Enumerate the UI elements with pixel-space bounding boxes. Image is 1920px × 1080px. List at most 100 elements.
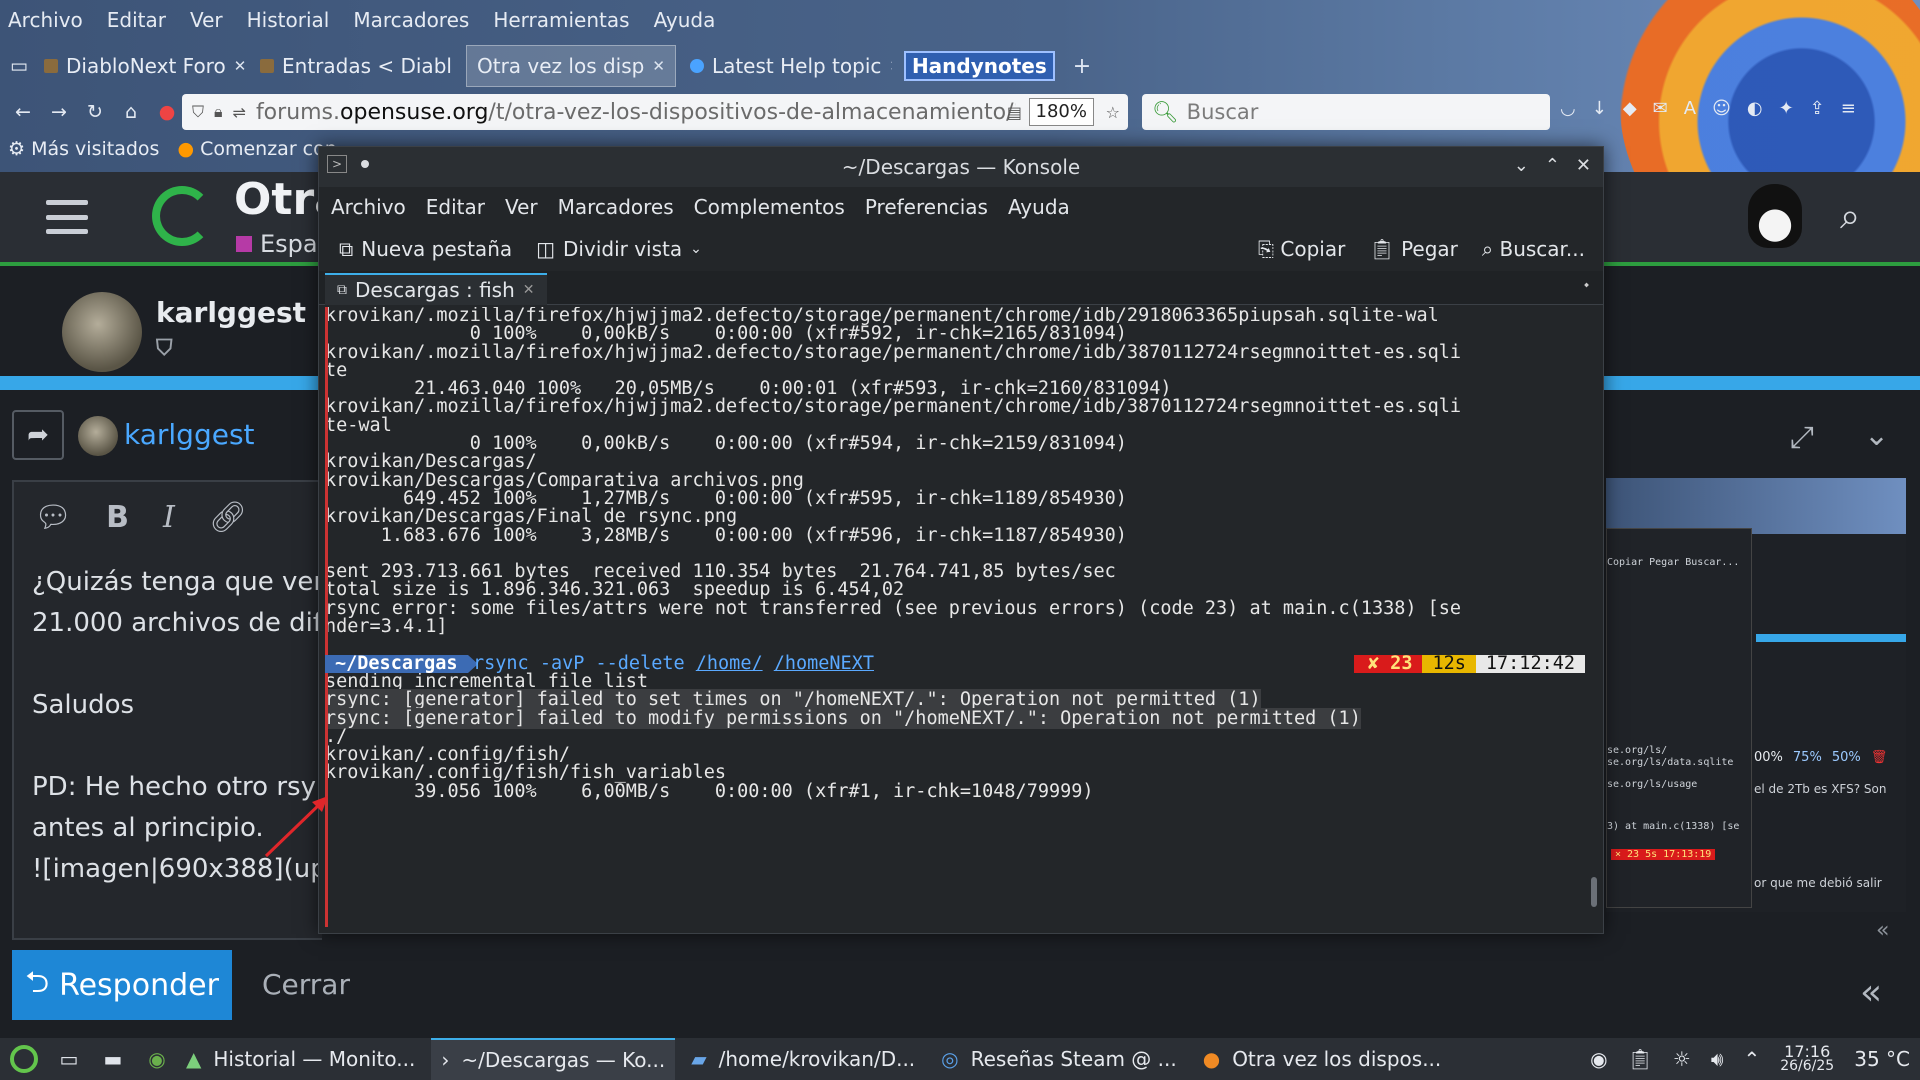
close-icon[interactable]: ✕: [234, 57, 246, 75]
clock[interactable]: 17:16 26/6/25: [1780, 1044, 1834, 1074]
terminal-app-icon[interactable]: >: [327, 155, 347, 173]
split-view-button[interactable]: ◫ Dividir vista ⌄: [536, 237, 702, 261]
double-chevron-left-icon[interactable]: «: [1876, 918, 1889, 943]
emoji-extension-icon[interactable]: ☺: [1712, 98, 1731, 119]
maximize-icon[interactable]: ⌃: [1545, 155, 1560, 176]
extension-icon[interactable]: ◆: [1623, 98, 1637, 119]
task-dolphin[interactable]: ▰ /home/krovikan/D...: [681, 1038, 925, 1080]
task-konsole[interactable]: › ~/Descargas — Ko...: [431, 1038, 676, 1080]
lock-icon[interactable]: 🔒︎: [214, 102, 223, 122]
bold-icon[interactable]: B: [106, 500, 129, 535]
clipboard-icon[interactable]: 📋︎: [1628, 1047, 1653, 1071]
show-desktop-icon[interactable]: ▭: [56, 1046, 82, 1072]
new-tab-plus-icon[interactable]: +: [1073, 54, 1091, 79]
k-menu-marcadores[interactable]: Marcadores: [558, 195, 674, 219]
puzzle-icon[interactable]: ✦: [1779, 98, 1794, 119]
user-avatar-penguin[interactable]: [1748, 184, 1802, 248]
link-icon[interactable]: 🔗︎: [209, 500, 247, 535]
url-bar[interactable]: ⛉ 🔒︎ ⇌ forums.opensuse.org/t/otra-vez-lo…: [182, 94, 1128, 130]
downloads-icon[interactable]: ↓: [1592, 98, 1607, 119]
expand-icon[interactable]: ⤢: [1790, 420, 1814, 455]
mail-icon[interactable]: ✉: [1653, 98, 1668, 119]
share-icon[interactable]: ⇪: [1810, 98, 1825, 119]
k-menu-ayuda[interactable]: Ayuda: [1008, 195, 1070, 219]
steam-launcher-icon[interactable]: ◉: [144, 1046, 170, 1072]
pin-dot-icon[interactable]: [361, 160, 369, 168]
task-historial[interactable]: ▲ Historial — Monito...: [176, 1038, 425, 1080]
tab-menu-icon[interactable]: ⬩: [1584, 277, 1589, 293]
quote-bubble-icon[interactable]: 💬︎: [34, 500, 72, 535]
zoom-level-badge[interactable]: 180%: [1028, 98, 1094, 126]
new-tab-button[interactable]: ⧉ Nueva pestaña: [339, 237, 512, 261]
forward-arrow-icon[interactable]: →: [48, 101, 70, 123]
post-author-name[interactable]: karlggest ⛉: [156, 296, 320, 362]
close-icon[interactable]: ✕: [889, 57, 892, 75]
tab-entradas[interactable]: Entradas < Diabl ✕: [250, 45, 462, 87]
menu-icon[interactable]: ≡: [1841, 98, 1856, 119]
permissions-icon[interactable]: ⇌: [233, 103, 246, 122]
reader-view-icon[interactable]: ▤: [1007, 103, 1022, 122]
brightness-icon[interactable]: ☼: [1673, 1047, 1691, 1071]
incognito-icon[interactable]: ◐: [1747, 98, 1763, 119]
adblock-icon[interactable]: ●: [156, 101, 178, 123]
composer-editor[interactable]: 💬︎ B I 🔗︎ ¿Quizás tenga que ver c 21.000…: [12, 480, 350, 940]
reply-type-button[interactable]: ➦: [12, 410, 64, 460]
tab-diablonext[interactable]: DiabloNext Foro ✕: [34, 45, 246, 87]
ff-menu-ver[interactable]: Ver: [190, 8, 223, 32]
tab-list-icon[interactable]: ▭: [8, 55, 30, 77]
category-badge[interactable]: Espa: [236, 230, 318, 258]
reload-icon[interactable]: ↻: [84, 101, 106, 123]
tab-descargas-fish[interactable]: ⧉ Descargas : fish ✕: [325, 273, 547, 305]
ff-menu-archivo[interactable]: Archivo: [8, 8, 83, 32]
app-launcher-icon[interactable]: [10, 1045, 38, 1073]
terminal-output[interactable]: krovikan/.mozilla/firefox/hjwjjma2.defec…: [325, 307, 1585, 927]
ff-menu-herramientas[interactable]: Herramientas: [493, 8, 629, 32]
ff-menu-historial[interactable]: Historial: [247, 8, 330, 32]
copy-button[interactable]: ⎘ Copiar: [1258, 237, 1345, 261]
k-menu-preferencias[interactable]: Preferencias: [865, 195, 988, 219]
k-menu-complementos[interactable]: Complementos: [694, 195, 845, 219]
task-firefox[interactable]: ● Otra vez los dispos...: [1193, 1038, 1452, 1080]
bookmark-star-icon[interactable]: ☆: [1106, 103, 1120, 122]
ff-menu-ayuda[interactable]: Ayuda: [654, 8, 716, 32]
terminal-scrollbar[interactable]: [1591, 877, 1597, 907]
chevron-up-icon[interactable]: ⌃: [1743, 1047, 1760, 1071]
bookmark-comenzar[interactable]: ● Comenzar con: [177, 138, 336, 160]
volume-icon[interactable]: 🔊︎: [1711, 1047, 1724, 1071]
paste-button[interactable]: 📋︎ Pegar: [1369, 237, 1458, 261]
bookmark-mas-visitados[interactable]: ⚙ Más visitados: [8, 138, 159, 160]
avatar[interactable]: [62, 292, 142, 372]
k-menu-archivo[interactable]: Archivo: [331, 195, 406, 219]
tab-latest-help[interactable]: Latest Help topic ✕: [680, 45, 892, 87]
tab-otra-vez[interactable]: Otra vez los disp ✕: [466, 45, 676, 87]
italic-icon[interactable]: I: [163, 500, 175, 535]
close-icon[interactable]: ✕: [523, 282, 535, 298]
search-engine-icon[interactable]: 🔍︎: [1152, 100, 1179, 125]
reply-button[interactable]: ⮌ Responder: [12, 950, 232, 1020]
search-bar[interactable]: 🔍︎ Buscar: [1142, 94, 1550, 130]
find-button[interactable]: ⌕ Buscar...: [1482, 237, 1585, 261]
ff-menu-marcadores[interactable]: Marcadores: [353, 8, 469, 32]
search-icon[interactable]: ⌕: [1840, 196, 1860, 238]
close-icon[interactable]: ✕: [460, 57, 462, 75]
double-chevron-left-icon[interactable]: «: [1860, 972, 1882, 1013]
task-steam[interactable]: ◎ Reseñas Steam @ ...: [931, 1038, 1187, 1080]
close-icon[interactable]: ✕: [652, 57, 665, 75]
minimize-icon[interactable]: ⌄: [1514, 155, 1529, 176]
close-icon[interactable]: ✕: [1576, 155, 1591, 176]
reply-to-user[interactable]: karlggest: [124, 418, 255, 451]
k-menu-ver[interactable]: Ver: [505, 195, 538, 219]
terminal-launcher-icon[interactable]: ▬: [100, 1046, 126, 1072]
back-arrow-icon[interactable]: ←: [12, 101, 34, 123]
close-composer-button[interactable]: Cerrar: [262, 968, 350, 1001]
translate-icon[interactable]: A: [1684, 98, 1696, 119]
home-icon[interactable]: ⌂: [120, 101, 142, 123]
chevron-down-double-icon[interactable]: ⌄: [1864, 418, 1889, 453]
tab-handynotes[interactable]: Handynotes: [903, 51, 1055, 81]
ff-menu-editar[interactable]: Editar: [107, 8, 166, 32]
steam-tray-icon[interactable]: ◉: [1590, 1047, 1607, 1071]
url-text[interactable]: forums.opensuse.org/t/otra-vez-los-dispo…: [256, 100, 1016, 125]
shield-icon[interactable]: ⛉: [192, 102, 204, 122]
opensuse-logo[interactable]: [152, 186, 212, 246]
k-menu-editar[interactable]: Editar: [426, 195, 485, 219]
